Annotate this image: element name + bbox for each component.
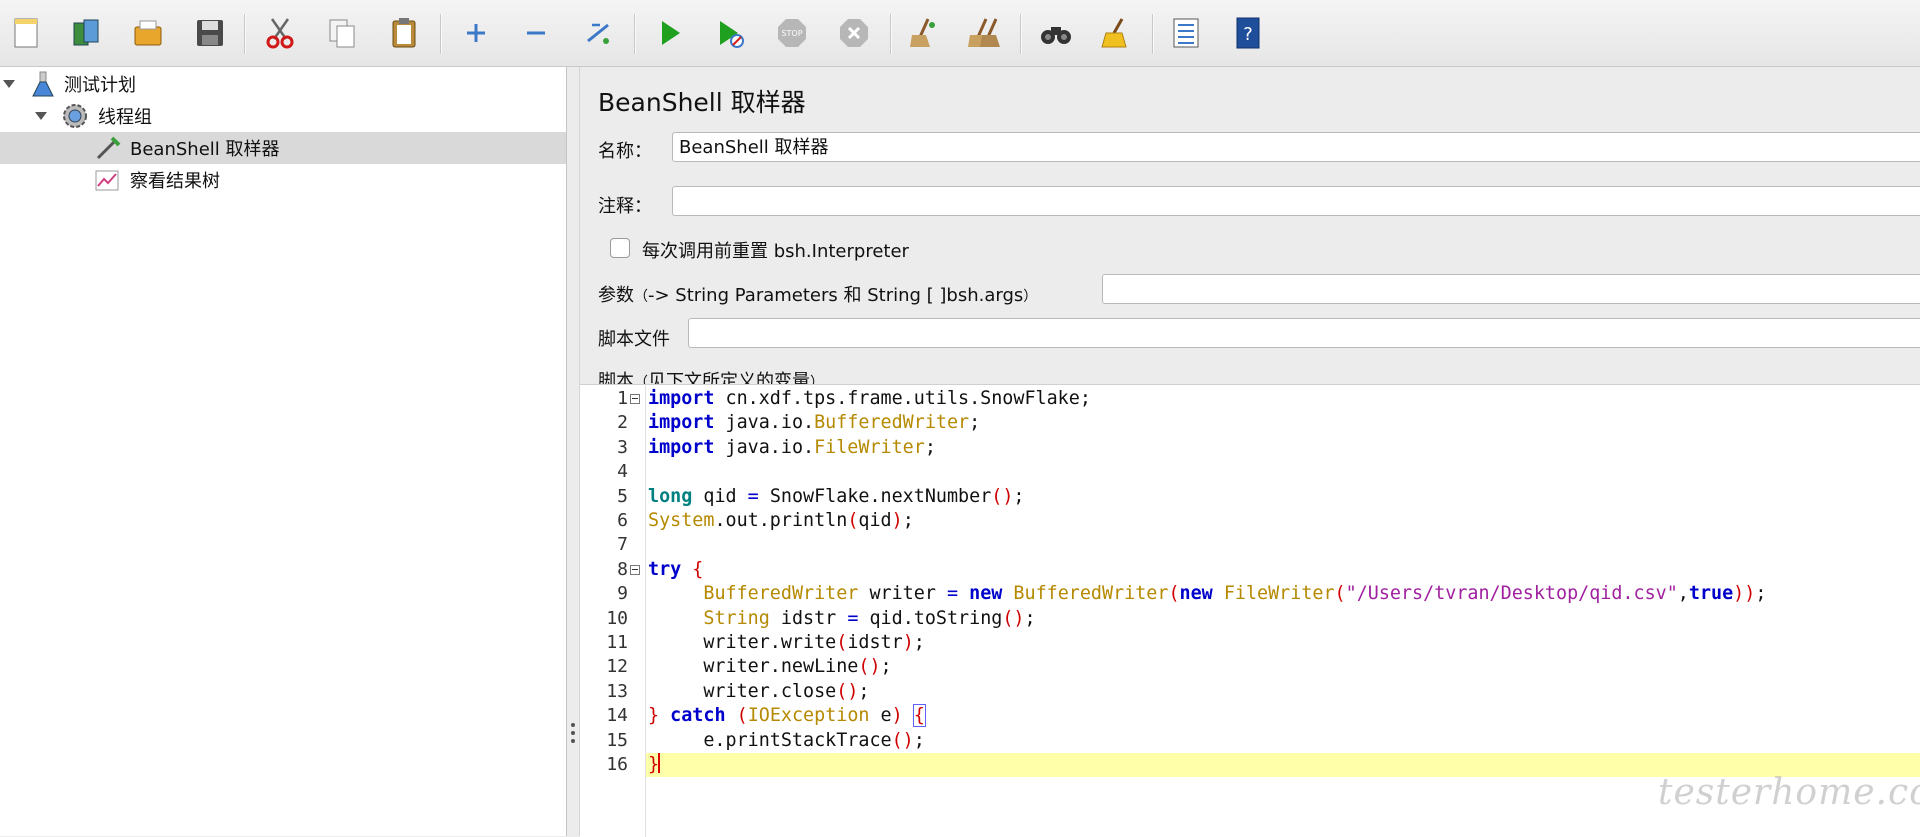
parameters-field[interactable] [1102, 274, 1920, 304]
thread-group-icon [60, 101, 90, 131]
help-icon[interactable]: ? [1228, 13, 1268, 53]
line-number: 13 [606, 680, 628, 702]
split-pane-divider[interactable] [567, 67, 580, 836]
parameters-label: 参数（-> String Parameters 和 String [ ]bsh.… [598, 285, 1038, 306]
start-no-pause-icon[interactable] [710, 13, 750, 53]
code-line[interactable]: writer.newLine(); [646, 655, 1920, 679]
search-icon[interactable] [1036, 13, 1076, 53]
new-icon[interactable] [6, 13, 46, 53]
function-helper-icon[interactable] [1166, 13, 1206, 53]
start-icon[interactable] [650, 13, 690, 53]
expand-icon[interactable] [456, 13, 496, 53]
code-line[interactable]: try { [646, 558, 1920, 582]
text-caret [658, 753, 661, 773]
collapse-icon[interactable] [516, 13, 556, 53]
svg-text:STOP: STOP [781, 29, 802, 38]
parameters-label-detail: -> String Parameters 和 String [ ]bsh.arg… [648, 285, 1024, 306]
code-line[interactable]: } catch (IOException e) { [646, 704, 1920, 728]
line-number: 5 [617, 485, 628, 507]
code-line[interactable]: e.printStackTrace(); [646, 729, 1920, 753]
code-line[interactable]: import java.io.FileWriter; [646, 436, 1920, 460]
cut-icon[interactable] [260, 13, 300, 53]
code-line[interactable]: String idstr = qid.toString(); [646, 607, 1920, 631]
code-line[interactable] [646, 460, 1920, 484]
paste-icon[interactable] [384, 13, 424, 53]
script-file-field[interactable] [688, 318, 1920, 348]
code-line[interactable] [646, 533, 1920, 557]
line-number: 6 [617, 510, 628, 531]
tree-item-thread-group[interactable]: 线程组 [0, 100, 566, 132]
line-number-gutter: 1 2 3 4 5 6 7 8 9 10 11 12 13 14 15 16 [580, 385, 646, 837]
toolbar-separator [890, 14, 892, 54]
toolbar-separator [440, 14, 442, 54]
clear-icon[interactable] [904, 13, 944, 53]
reset-interpreter-label: 每次调用前重置 bsh.Interpreter [642, 241, 909, 262]
open-icon[interactable] [128, 13, 168, 53]
script-file-label: 脚本文件 [598, 329, 670, 350]
line-number: 3 [617, 436, 628, 458]
code-line[interactable]: long qid = SnowFlake.nextNumber(); [646, 485, 1920, 509]
script-editor[interactable]: 1 2 3 4 5 6 7 8 9 10 11 12 13 14 15 16 import cn.xdf.tp… [580, 384, 1920, 837]
name-label: 名称： [598, 141, 652, 162]
comment-label: 注释： [598, 196, 652, 217]
code-line[interactable]: writer.close(); [646, 680, 1920, 704]
line-number: 12 [606, 656, 628, 678]
svg-text:?: ? [1243, 24, 1253, 45]
expand-toggle-icon[interactable] [34, 109, 48, 123]
toggle-icon[interactable] [578, 13, 618, 53]
fold-toggle-icon[interactable] [630, 564, 640, 575]
code-line[interactable]: System.out.println(qid); [646, 509, 1920, 533]
tree-item-results-tree[interactable]: 察看结果树 [0, 164, 566, 196]
toolbar-separator [634, 14, 636, 54]
line-number: 1 [617, 388, 628, 409]
toolbar-separator [244, 14, 246, 54]
code-line[interactable]: import cn.xdf.tps.frame.utils.SnowFlake; [646, 387, 1920, 411]
test-plan-icon [28, 69, 58, 99]
templates-icon[interactable] [66, 13, 106, 53]
line-number: 7 [617, 534, 628, 556]
comment-field[interactable] [672, 186, 1920, 216]
save-icon[interactable] [190, 13, 230, 53]
tree-item-beanshell-sampler[interactable]: BeanShell 取样器 [0, 132, 566, 164]
watermark: testerhome.com [1658, 772, 1920, 813]
tree-item-label: 线程组 [98, 107, 152, 128]
line-number: 9 [617, 583, 628, 605]
tree-item-test-plan[interactable]: 测试计划 [0, 68, 566, 100]
sampler-icon [92, 133, 122, 163]
line-number: 10 [606, 607, 628, 629]
parameters-label-main: 参数 [598, 285, 634, 306]
clear-all-icon[interactable] [964, 13, 1004, 53]
line-number: 11 [606, 632, 628, 653]
tree-item-label: BeanShell 取样器 [130, 139, 280, 160]
name-field[interactable]: BeanShell 取样器 [672, 132, 1920, 162]
line-number: 8 [617, 558, 628, 580]
line-number: 14 [606, 705, 628, 727]
reset-search-icon[interactable] [1096, 13, 1136, 53]
code-line[interactable]: writer.write(idstr); [646, 631, 1920, 655]
test-plan-tree: 测试计划 线程组 BeanShell 取样器 察看结果树 [0, 67, 567, 836]
panel-title: BeanShell 取样器 [598, 88, 806, 117]
toolbar-separator [1152, 14, 1154, 54]
line-number: 16 [606, 754, 628, 775]
reset-interpreter-checkbox[interactable] [610, 238, 630, 258]
line-number: 2 [617, 412, 628, 434]
stop-icon[interactable]: STOP [772, 13, 812, 53]
fold-toggle-icon[interactable] [630, 394, 640, 404]
sampler-config-panel: BeanShell 取样器 名称： BeanShell 取样器 注释： 每次调用… [580, 67, 1920, 837]
toolbar: STOP ? [0, 0, 1920, 67]
results-tree-icon [92, 165, 122, 195]
code-line[interactable]: BufferedWriter writer = new BufferedWrit… [646, 582, 1920, 606]
tree-item-label: 察看结果树 [130, 171, 220, 192]
tree-item-label: 测试计划 [64, 75, 136, 96]
line-number: 15 [606, 729, 628, 751]
code-line[interactable]: import java.io.BufferedWriter; [646, 411, 1920, 435]
copy-icon[interactable] [322, 13, 362, 53]
shutdown-icon[interactable] [834, 13, 874, 53]
expand-toggle-icon[interactable] [2, 77, 16, 91]
toolbar-separator [1020, 14, 1022, 54]
line-number: 4 [617, 461, 628, 483]
drag-handle-icon[interactable] [571, 723, 575, 747]
